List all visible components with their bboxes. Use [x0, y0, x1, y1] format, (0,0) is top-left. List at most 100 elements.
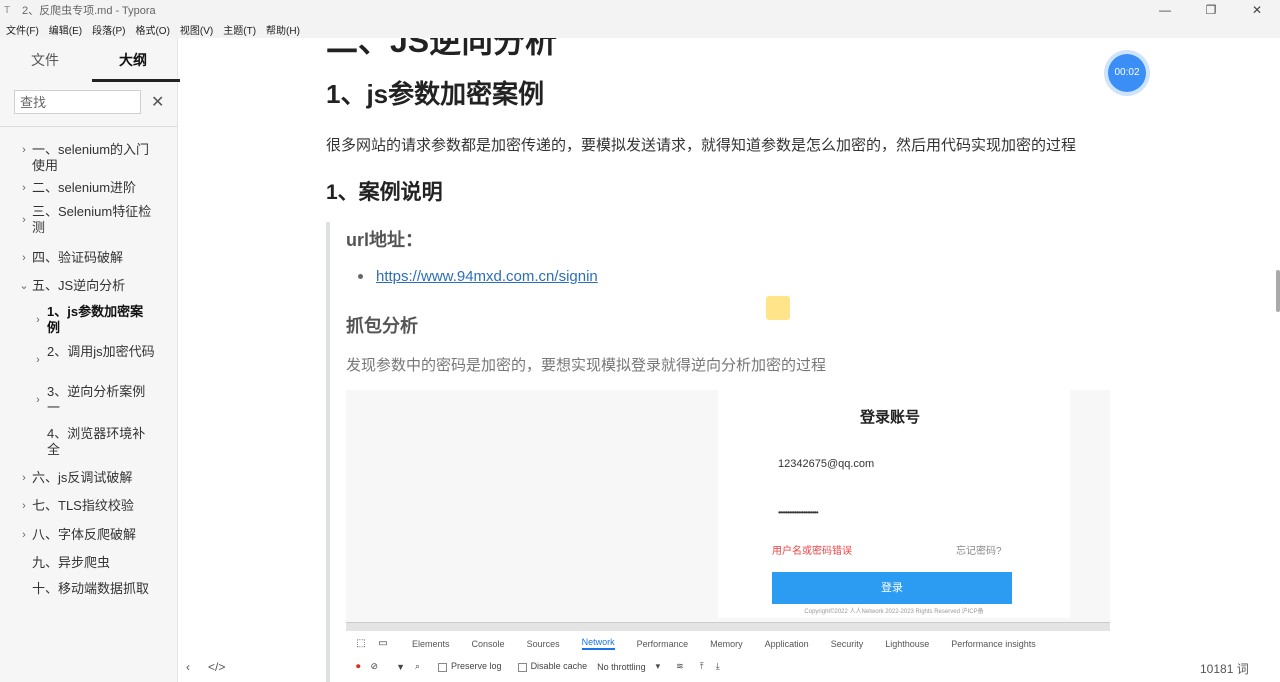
heading-cut-off: 二、JS逆向分析 — [326, 38, 558, 59]
menu-view[interactable]: 视图(V) — [180, 22, 213, 37]
login-button: 登录 — [772, 572, 1012, 604]
outline-item[interactable]: › 一、selenium的入门使用 — [0, 142, 178, 180]
login-email: 12342675@qq.com — [778, 458, 875, 470]
outline-item-label: 五、JS逆向分析 — [32, 278, 126, 293]
chevron-right-icon[interactable]: › — [18, 527, 30, 543]
devtools-tab: Memory — [710, 638, 743, 649]
paragraph-intro: 很多网站的请求参数都是加密传递的，要模拟发送请求，就得知道参数是怎么加密的，然后… — [326, 137, 1077, 154]
record-icon: ⏺ — [356, 661, 361, 671]
close-icon[interactable]: ✕ — [151, 92, 164, 112]
recording-timer-badge[interactable]: 00:02 — [1108, 54, 1146, 92]
heading-url: url地址： — [346, 230, 424, 250]
checkbox-icon — [517, 662, 527, 672]
typora-app-icon: T — [4, 4, 11, 16]
outline-item-label: 二、selenium进阶 — [32, 180, 137, 195]
login-error: 用户名或密码错误 — [772, 546, 852, 557]
chevron-right-icon[interactable]: › — [18, 498, 30, 514]
chevron-right-icon[interactable]: › — [18, 250, 30, 266]
outline-item-label: 1、js参数加密案例 — [47, 304, 144, 335]
outline-item[interactable]: 4、浏览器环境补全 — [0, 426, 178, 470]
menu-bar: 文件(F) 编辑(E) 段落(P) 格式(O) 视图(V) 主题(T) 帮助(H… — [0, 20, 1280, 38]
outline-item-label: 2、调用js加密代码 — [47, 344, 155, 359]
sidebar-divider — [0, 126, 178, 127]
heading-js-encryption: 1、js参数加密案例 — [326, 79, 545, 109]
disable-cache-label: Disable cache — [530, 661, 588, 672]
outline-item-label: 七、TLS指纹校验 — [32, 498, 134, 513]
chevron-right-icon[interactable]: › — [32, 312, 44, 328]
cursor-highlight — [766, 296, 790, 320]
outline-item-label: 3、逆向分析案例一 — [47, 384, 146, 415]
checkbox-icon — [438, 662, 448, 672]
login-copyright: Copyright©2022 人人Network 2022-2023 Right… — [804, 609, 984, 615]
tab-files[interactable]: 文件 — [2, 38, 88, 82]
editor[interactable]: 二、JS逆向分析 1、js参数加密案例 很多网站的请求参数都是加密传递的，要模拟… — [178, 38, 1280, 682]
inspect-icon: ⬚ — [356, 638, 366, 649]
chevron-right-icon[interactable]: › — [32, 352, 44, 368]
devtools-tab: Security — [830, 638, 864, 649]
disable-cache-option: Disable cache — [517, 661, 588, 672]
tab-outline[interactable]: 大纲 — [90, 38, 180, 82]
maximize-button[interactable]: ❐ — [1188, 0, 1234, 20]
sidebar: 文件 大纲 ✕ › 一、selenium的入门使用 › 二、selenium进阶… — [0, 38, 180, 682]
outline-item[interactable]: › 八、字体反爬破解 — [0, 527, 178, 555]
outline-item[interactable]: › 四、验证码破解 — [0, 250, 178, 278]
menu-help[interactable]: 帮助(H) — [266, 22, 300, 37]
signin-link[interactable]: https://www.94mxd.com.cn/signin — [376, 268, 598, 285]
chevron-right-icon[interactable]: › — [18, 470, 30, 486]
wifi-icon: ≋ — [676, 661, 684, 671]
minimize-button[interactable]: — — [1142, 0, 1188, 20]
outline-item[interactable]: › 三、Selenium特征检测 — [0, 204, 178, 250]
outline-item-label: 六、js反调试破解 — [32, 470, 133, 485]
paragraph-capture: 发现参数中的密码是加密的，要想实现模拟登录就得逆向分析加密的过程 — [346, 357, 827, 374]
menu-file[interactable]: 文件(F) — [6, 22, 39, 37]
outline-item-label: 三、Selenium特征检测 — [32, 204, 152, 235]
blockquote: url地址： https://www.94mxd.com.cn/signin 抓… — [326, 222, 1116, 682]
outline-item[interactable]: › 2、调用js加密代码 — [0, 344, 178, 384]
outline-item-label: 四、验证码破解 — [32, 250, 124, 265]
preserve-log-option: Preserve log — [438, 661, 502, 672]
scrollbar-thumb[interactable] — [1276, 270, 1280, 312]
heading-capture-analysis: 抓包分析 — [346, 316, 418, 336]
chevron-right-icon[interactable]: › — [18, 212, 30, 228]
outline-item[interactable]: › 二、selenium进阶 — [0, 180, 178, 204]
devtools-toolbar: ⏺ ⊘ ▼ ⌕ Preserve log Disable cache No th… — [346, 661, 720, 672]
throttling-select: No throttling — [597, 661, 646, 672]
outline-item[interactable]: 九、异步爬虫 — [0, 555, 178, 581]
chevron-right-icon[interactable]: › — [32, 392, 44, 408]
menu-format[interactable]: 格式(O) — [135, 22, 169, 37]
outline-item[interactable]: › 3、逆向分析案例一 — [0, 384, 178, 426]
sidebar-tabs: 文件 大纲 — [0, 38, 180, 82]
chevron-right-icon[interactable]: › — [18, 180, 30, 196]
outline-item[interactable]: 十、移动端数据抓取 — [0, 581, 178, 617]
outline-item-active[interactable]: › 1、js参数加密案例 — [0, 304, 178, 344]
heading-case-description: 1、案例说明 — [326, 181, 443, 204]
window-controls: — ❐ ✕ — [1142, 0, 1280, 20]
login-card: 登录账号 12342675@qq.com •••••••••••••••••••… — [718, 390, 1070, 618]
menu-theme[interactable]: 主题(T) — [223, 22, 256, 37]
forgot-password: 忘记密码? — [956, 546, 1002, 557]
login-password: •••••••••••••••••••••• — [778, 508, 819, 517]
devtools-tab: Sources — [526, 638, 560, 649]
device-toggle-icon: ▭ — [378, 638, 388, 649]
menu-paragraph[interactable]: 段落(P) — [92, 22, 125, 37]
outline-item-label: 4、浏览器环境补全 — [47, 426, 146, 457]
outline-item[interactable]: › 六、js反调试破解 — [0, 470, 178, 498]
menu-edit[interactable]: 编辑(E) — [49, 22, 82, 37]
search-icon: ⌕ — [414, 661, 421, 671]
outline-item[interactable]: › 七、TLS指纹校验 — [0, 498, 178, 527]
chevron-down-icon[interactable]: ⌄ — [18, 278, 30, 294]
devtools-tab: Application — [764, 638, 809, 649]
bullet-icon — [358, 274, 363, 279]
window-title: 2、反爬虫专项.md - Typora — [22, 5, 156, 17]
devtools-tab: Performance — [636, 638, 689, 649]
outline-list: › 一、selenium的入门使用 › 二、selenium进阶 › 三、Sel… — [0, 142, 178, 617]
login-title: 登录账号 — [860, 409, 921, 426]
embedded-screenshot[interactable]: 登录账号 12342675@qq.com •••••••••••••••••••… — [346, 390, 1110, 680]
close-button[interactable]: ✕ — [1234, 0, 1280, 20]
outline-item[interactable]: ⌄ 五、JS逆向分析 — [0, 278, 178, 304]
outline-item-label: 八、字体反爬破解 — [32, 527, 137, 542]
search-input[interactable] — [14, 90, 141, 114]
outline-search: ✕ — [14, 90, 164, 114]
word-count[interactable]: 10181 词 — [1200, 660, 1249, 677]
chevron-right-icon[interactable]: › — [18, 142, 30, 158]
